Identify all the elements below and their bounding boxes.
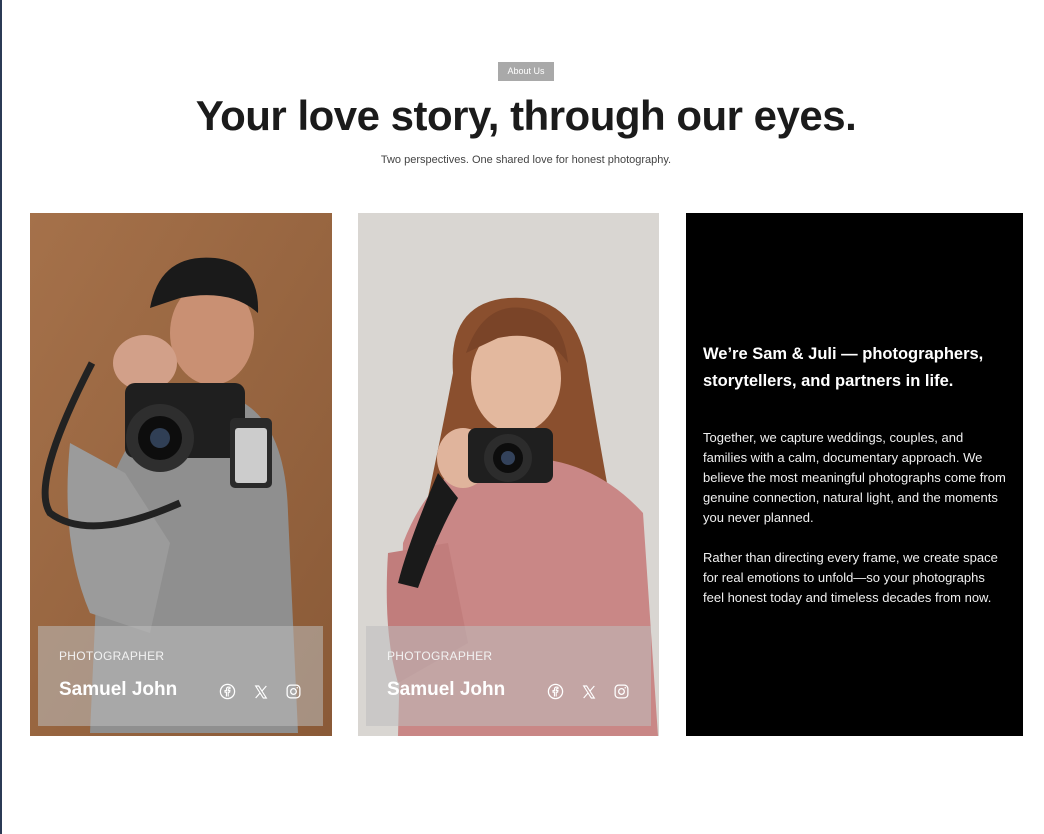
- section-title: Your love story, through our eyes.: [195, 92, 857, 139]
- story-title: We’re Sam & Juli — photographers, storyt…: [703, 345, 984, 390]
- story-panel: We’re Sam & Juli — photographers, storyt…: [686, 213, 1023, 736]
- team-card-photographer-1: PHOTOGRAPHER Samuel John: [30, 213, 332, 736]
- team-info-panel: PHOTOGRAPHER Samuel John: [366, 626, 651, 726]
- social-links: [218, 682, 303, 701]
- x-icon[interactable]: [579, 682, 598, 701]
- x-icon[interactable]: [251, 682, 270, 701]
- team-name: Samuel John: [59, 679, 178, 700]
- facebook-icon[interactable]: [546, 682, 565, 701]
- about-section: About Us Your love story, through our ey…: [0, 0, 1044, 834]
- story-paragraph-2: Rather than directing every frame, we cr…: [703, 550, 998, 605]
- team-card-photographer-2: PHOTOGRAPHER Samuel John: [358, 213, 659, 736]
- social-links: [546, 682, 631, 701]
- team-name: Samuel John: [387, 679, 506, 700]
- story-paragraph-1: Together, we capture weddings, couples, …: [703, 430, 1006, 525]
- team-role: PHOTOGRAPHER: [59, 649, 165, 663]
- section-subtitle: Two perspectives. One shared love for ho…: [380, 154, 672, 166]
- instagram-icon[interactable]: [284, 682, 303, 701]
- team-info-panel: PHOTOGRAPHER Samuel John: [38, 626, 323, 726]
- instagram-icon[interactable]: [612, 682, 631, 701]
- team-role: PHOTOGRAPHER: [387, 649, 493, 663]
- about-us-badge: About Us: [498, 62, 554, 81]
- facebook-icon[interactable]: [218, 682, 237, 701]
